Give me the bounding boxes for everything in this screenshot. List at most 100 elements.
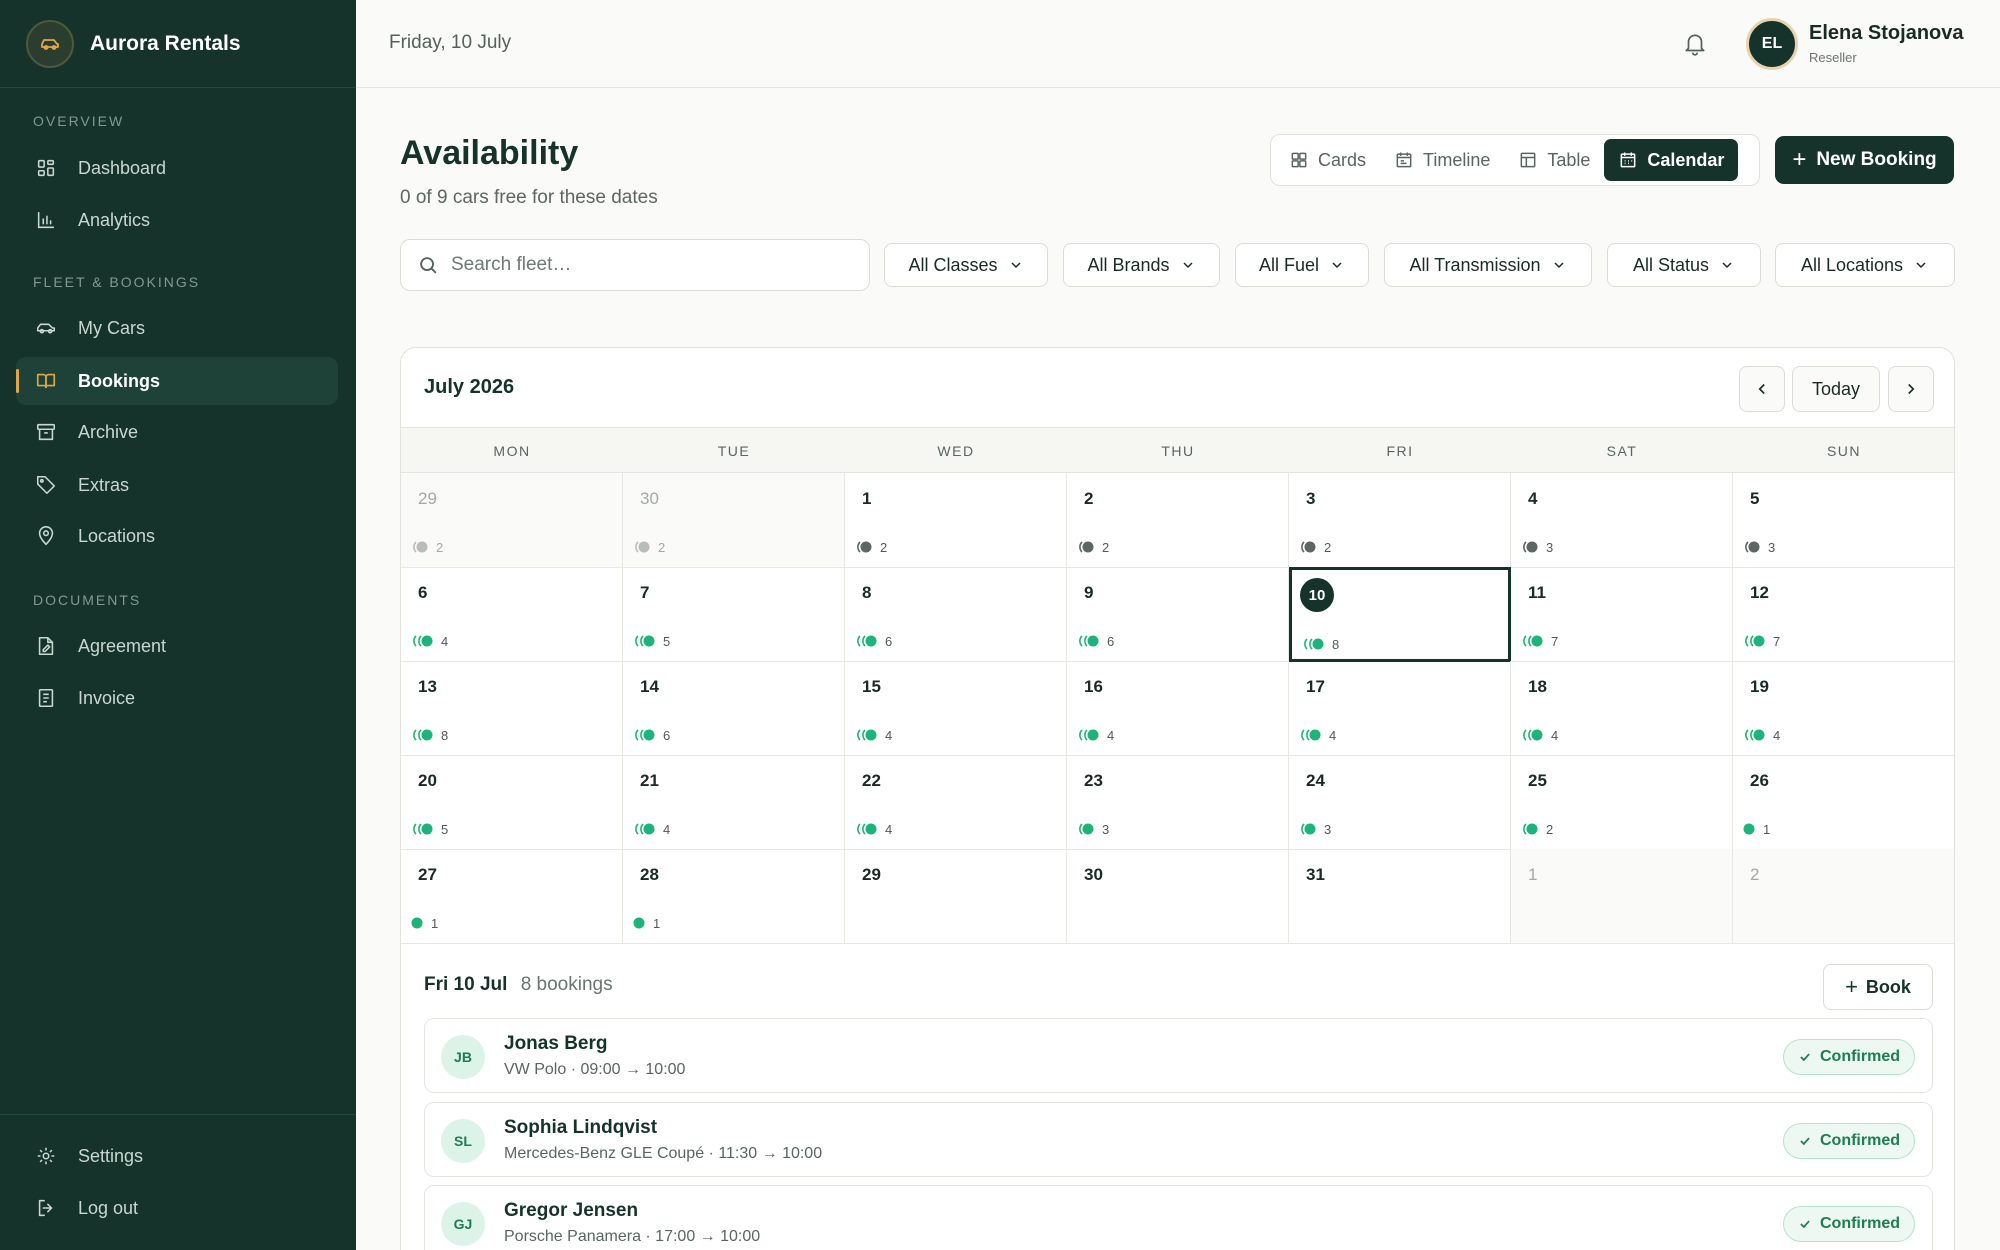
today-button[interactable]: Today [1792, 366, 1880, 412]
sidebar-item-label: Settings [78, 1145, 144, 1166]
day-number: 24 [1306, 771, 1325, 790]
calendar-day[interactable]: 17 4 [1289, 661, 1511, 756]
signal-dot-icon [635, 635, 655, 647]
sidebar-item-label: Dashboard [78, 157, 167, 178]
available-count: 2 [1102, 539, 1110, 555]
selected-day-header: Fri 10 Jul 8 bookings [424, 974, 613, 996]
book-button[interactable]: + Book [1823, 964, 1933, 1010]
calendar-day[interactable]: 96 [1067, 567, 1289, 662]
plus-icon: + [1792, 146, 1807, 173]
sidebar-item-label: Agreement [78, 635, 167, 656]
calendar-day[interactable]: 32 [1289, 473, 1511, 568]
sidebar-item-locations[interactable]: Locations [16, 512, 338, 560]
tab-cards[interactable]: Cards [1275, 139, 1380, 181]
day-number: 30 [1084, 865, 1103, 884]
bell-icon[interactable] [1682, 30, 1708, 63]
day-number: 26 [1750, 771, 1769, 790]
filter-transmission[interactable]: All Transmission [1384, 243, 1592, 287]
availability-indicator: 2 [411, 539, 443, 555]
calendar-day[interactable]: 23 3 [1067, 755, 1289, 850]
signal-dot-icon [1743, 823, 1755, 835]
sidebar-item-archive[interactable]: Archive [16, 408, 338, 456]
calendar-day[interactable]: 30 [1067, 849, 1289, 944]
booking-row[interactable]: GJ Gregor Jensen Porsche Panamera · 17:0… [424, 1185, 1933, 1250]
calendar-day[interactable]: 31 [1289, 849, 1511, 944]
day-number: 12 [1750, 583, 1769, 602]
next-month-button[interactable] [1888, 366, 1934, 412]
new-booking-button[interactable]: + New Booking [1775, 136, 1954, 184]
sidebar-item-dashboard[interactable]: Dashboard [16, 144, 338, 192]
available-count: 4 [1329, 727, 1337, 743]
tab-table[interactable]: Table [1504, 139, 1604, 181]
calendar-day[interactable]: 29 2 [401, 473, 623, 568]
available-count: 7 [1551, 633, 1559, 649]
calendar-day[interactable]: 26 1 [1733, 755, 1954, 850]
calendar-day[interactable]: 64 [401, 567, 623, 662]
calendar-day[interactable]: 22 4 [845, 755, 1067, 850]
month-label: July 2026 [424, 376, 515, 398]
calendar-day[interactable]: 14 6 [623, 661, 845, 756]
calendar-day[interactable]: 21 4 [623, 755, 845, 850]
brand-name: Aurora Rentals [90, 31, 241, 55]
day-number: 19 [1750, 677, 1769, 696]
calendar-day-today[interactable]: 10 8 [1289, 567, 1511, 662]
booking-count: 8 bookings [520, 974, 613, 995]
avatar[interactable]: EL [1746, 18, 1798, 70]
nav-section-documents: DOCUMENTS [33, 592, 142, 608]
calendar-day[interactable]: 24 3 [1289, 755, 1511, 850]
calendar-day[interactable]: 19 4 [1733, 661, 1954, 756]
sidebar-item-logout[interactable]: Log out [16, 1184, 338, 1232]
calendar-day[interactable]: 15 4 [845, 661, 1067, 756]
filter-locations[interactable]: All Locations [1775, 243, 1955, 287]
calendar-day[interactable]: 27 1 [401, 849, 623, 944]
calendar-day[interactable]: 28 1 [623, 849, 845, 944]
calendar-day[interactable]: 12 7 [1733, 567, 1954, 662]
tab-calendar[interactable]: Calendar [1604, 139, 1739, 181]
sidebar-item-my-cars[interactable]: My Cars [16, 304, 338, 352]
calendar-day[interactable]: 11 7 [1511, 567, 1733, 662]
sidebar-item-bookings[interactable]: Bookings [16, 357, 338, 405]
calendar-day[interactable]: 53 [1733, 473, 1954, 568]
availability-indicator: 3 [1299, 821, 1331, 837]
tab-timeline[interactable]: Timeline [1380, 139, 1504, 181]
sidebar-item-label: Log out [78, 1197, 139, 1218]
calendar-day[interactable]: 13 8 [401, 661, 623, 756]
filter-status[interactable]: All Status [1607, 243, 1761, 287]
sidebar-item-analytics[interactable]: Analytics [16, 196, 338, 244]
signal-dot-icon [413, 541, 428, 553]
calendar-day[interactable]: 75 [623, 567, 845, 662]
prev-month-button[interactable] [1739, 366, 1785, 412]
calendar-day[interactable]: 22 [1067, 473, 1289, 568]
sidebar-item-settings[interactable]: Settings [16, 1132, 338, 1180]
calendar-day[interactable]: 18 4 [1511, 661, 1733, 756]
filter-classes[interactable]: All Classes [884, 243, 1048, 287]
sidebar-item-invoice[interactable]: Invoice [16, 674, 338, 722]
calendar-day[interactable]: 86 [845, 567, 1067, 662]
calendar-day[interactable]: 2 [1733, 849, 1954, 944]
calendar-day[interactable]: 1 [1511, 849, 1733, 944]
filter-fuel[interactable]: All Fuel [1235, 243, 1369, 287]
filter-brands[interactable]: All Brands [1063, 243, 1220, 287]
day-number: 2 [1750, 865, 1760, 884]
booking-row[interactable]: JB Jonas Berg VW Polo · 09:00 → 10:00 Co… [424, 1018, 1933, 1093]
search-input[interactable] [451, 254, 831, 276]
calendar-day[interactable]: 25 2 [1511, 755, 1733, 850]
calendar-day[interactable]: 20 5 [401, 755, 623, 850]
booking-row[interactable]: SL Sophia Lindqvist Mercedes-Benz GLE Co… [424, 1102, 1933, 1177]
sidebar-item-label: Locations [78, 525, 156, 546]
chevron-down-icon [1010, 262, 1021, 269]
plus-icon: + [1845, 974, 1858, 999]
calendar-day[interactable]: 12 [845, 473, 1067, 568]
calendar-day[interactable]: 43 [1511, 473, 1733, 568]
brand[interactable]: Aurora Rentals [0, 0, 356, 88]
availability-indicator: 7 [1521, 633, 1558, 649]
available-count: 5 [441, 821, 449, 837]
calendar-day[interactable]: 30 2 [623, 473, 845, 568]
booking-detail: VW Polo · 09:00 → 10:00 [504, 1061, 686, 1078]
user-role: Reseller [1809, 50, 1857, 65]
calendar-day[interactable]: 29 [845, 849, 1067, 944]
check-icon [1800, 1137, 1810, 1146]
sidebar-item-extras[interactable]: Extras [16, 461, 338, 509]
sidebar-item-agreement[interactable]: Agreement [16, 622, 338, 670]
calendar-day[interactable]: 16 4 [1067, 661, 1289, 756]
